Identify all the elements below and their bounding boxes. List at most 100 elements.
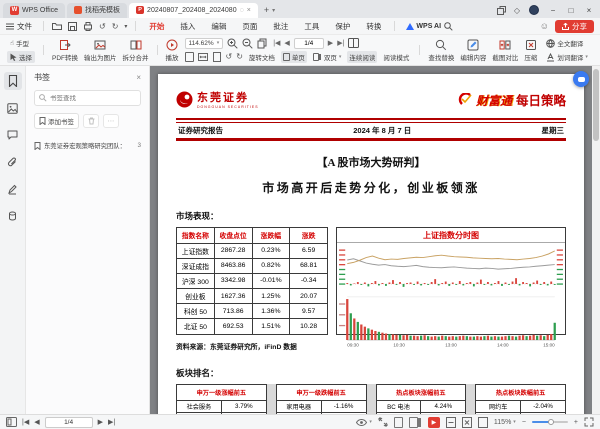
zoom-in-icon[interactable] (227, 38, 238, 49)
menu-tab-开始[interactable]: 开始 (142, 19, 171, 34)
compress-button[interactable]: 压缩 (521, 38, 540, 63)
add-bookmark-button[interactable]: 添加书签 (34, 113, 79, 129)
menu-tab-转换[interactable]: 转换 (359, 19, 388, 34)
signature-panel-button[interactable] (4, 180, 22, 198)
translate-full-button[interactable]: 全文翻译 (543, 37, 591, 49)
panel-close-icon[interactable]: × (136, 73, 141, 82)
new-tab-button[interactable]: + ▾ (264, 5, 275, 15)
close-button[interactable]: × (580, 3, 598, 18)
document-viewport[interactable]: 东莞证券 DONGGUAN SECURITIES 财富通 每日策略 证券研究报告… (150, 66, 600, 414)
single-page-view-icon[interactable] (393, 416, 403, 428)
fit-width-icon[interactable] (197, 52, 208, 62)
open-file-icon[interactable] (52, 22, 62, 30)
bookmarks-panel-button[interactable] (3, 72, 22, 90)
zoom-level-select[interactable]: 114.62% ▾ (184, 37, 224, 49)
select-tool-button[interactable]: 选择 (7, 51, 35, 63)
bookmark-search[interactable] (34, 90, 141, 106)
print-icon[interactable] (83, 21, 93, 31)
menu-tab-编辑[interactable]: 编辑 (204, 19, 233, 34)
status-zoom-select[interactable]: 115% ▾ (494, 419, 516, 426)
minimize-button[interactable]: − (544, 3, 562, 18)
next-page-icon[interactable]: ▶ (98, 418, 103, 426)
redo-icon[interactable]: ↻ (112, 22, 119, 31)
docer-template-tab[interactable]: 找稻壳模板 (67, 2, 128, 18)
split-merge-button[interactable]: 拆分合并 (120, 38, 152, 63)
page-indicator-input[interactable] (293, 37, 324, 49)
auto-play-button[interactable]: ▶ (427, 416, 440, 428)
document-tab[interactable]: P 20240807_202408_2024080 ◌ × (129, 2, 258, 18)
fit-width-view-icon[interactable] (445, 416, 456, 428)
double-page-view-icon[interactable] (408, 416, 418, 428)
fit-window-icon[interactable] (378, 417, 388, 427)
quickbar-chevron-icon[interactable]: ▾ (124, 23, 127, 30)
first-page-icon[interactable]: |◀ (273, 39, 280, 47)
thumbnail-grid-icon[interactable] (6, 417, 17, 427)
zoom-plus-button[interactable]: + (574, 419, 578, 426)
wps-ai-floating-button[interactable] (573, 71, 589, 87)
find-replace-button[interactable]: 查找替换 (425, 38, 457, 63)
rotate-right-icon[interactable]: ↻ (236, 52, 243, 61)
zoom-slider[interactable] (531, 419, 568, 425)
comments-panel-button[interactable] (4, 126, 22, 144)
zoom-minus-button[interactable]: − (522, 419, 526, 426)
read-layout-icon[interactable] (348, 38, 360, 48)
bookmark-list-item[interactable]: 东莞证券宏观策略研究团队： 3 (34, 141, 141, 150)
attachments-panel-button[interactable] (4, 153, 22, 171)
user-avatar[interactable] (529, 5, 539, 15)
last-page-icon[interactable]: ▶| (108, 418, 115, 426)
share-button[interactable]: 分享 (555, 19, 594, 33)
last-page-icon[interactable]: ▶| (337, 39, 344, 47)
zoom-out-icon[interactable] (242, 38, 253, 49)
actual-size-view-icon[interactable] (477, 416, 488, 428)
pdf-convert-button[interactable]: PDF转换 (49, 38, 81, 63)
file-menu[interactable]: 文件 (6, 21, 32, 32)
prev-page-icon[interactable]: ◀ (34, 418, 39, 426)
first-page-icon[interactable]: |◀ (22, 418, 29, 426)
tab-list-chevron-icon[interactable]: ▾ (272, 7, 275, 14)
tab-close-icon[interactable]: × (247, 7, 251, 14)
translate-word-button[interactable]: 划词翻译 ▾ (543, 51, 591, 63)
rotate-left-icon[interactable]: ↺ (226, 52, 233, 61)
help-icon[interactable]: ☺ (540, 21, 549, 31)
export-image-button[interactable]: 输出为图片 (81, 38, 120, 63)
menu-tab-页面[interactable]: 页面 (235, 19, 264, 34)
continuous-read-button[interactable]: 连续阅读 (347, 50, 378, 63)
play-button[interactable]: 播放 (163, 38, 182, 63)
fit-page-icon[interactable] (212, 51, 222, 62)
delete-bookmark-button[interactable] (83, 114, 99, 128)
undo-icon[interactable]: ↺ (99, 22, 106, 31)
compare-button[interactable]: 截图对比 (489, 38, 521, 63)
zoom-slider-knob[interactable] (547, 419, 554, 425)
hand-tool-button[interactable]: ☝ 手型 (7, 37, 35, 49)
stamp-panel-button[interactable] (4, 207, 22, 225)
edit-content-button[interactable]: 编辑内容 (457, 38, 489, 63)
window-layout-icon[interactable] (496, 5, 506, 15)
menu-tab-保护[interactable]: 保护 (328, 19, 357, 34)
vertical-scrollbar[interactable] (592, 66, 600, 414)
single-page-button[interactable]: 单页 (280, 50, 307, 63)
status-page-input[interactable] (44, 416, 93, 428)
actual-size-icon[interactable] (184, 51, 194, 62)
prev-page-icon[interactable]: ◀ (284, 39, 289, 47)
wps-ai-button[interactable]: WPS AI (406, 22, 441, 30)
thumbnails-panel-button[interactable] (4, 99, 22, 117)
skin-settings-icon[interactable]: ◇ (514, 6, 520, 15)
home-tab[interactable]: W WPS Office (3, 2, 66, 18)
menu-search-icon[interactable] (444, 21, 453, 31)
next-page-icon[interactable]: ▶ (328, 39, 333, 47)
fit-page-view-icon[interactable] (461, 416, 472, 428)
bookmark-search-input[interactable] (50, 94, 130, 102)
more-options-button[interactable]: ⋯ (103, 114, 119, 128)
save-icon[interactable] (68, 21, 77, 31)
view-options-button[interactable]: ▾ (356, 418, 372, 426)
scrollbar-thumb[interactable] (593, 69, 599, 141)
double-page-button[interactable]: 双页 ▾ (311, 51, 344, 63)
read-mode-button[interactable]: 阅读模式 (381, 51, 411, 63)
market-cell: 8463.86 (213, 257, 253, 274)
fullscreen-icon[interactable] (584, 417, 594, 427)
menu-tab-工具[interactable]: 工具 (297, 19, 326, 34)
page-organize-icon[interactable] (257, 38, 269, 49)
menu-tab-插入[interactable]: 插入 (173, 19, 202, 34)
maximize-button[interactable]: □ (562, 3, 580, 18)
menu-tab-批注[interactable]: 批注 (266, 19, 295, 34)
